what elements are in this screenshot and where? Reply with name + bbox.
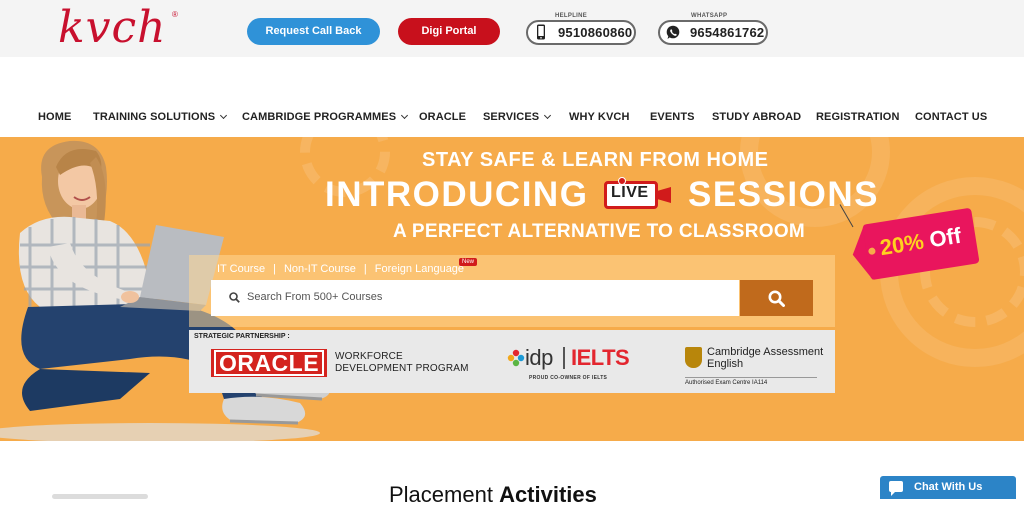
new-badge: New <box>459 258 478 266</box>
whatsapp-box[interactable]: WHATSAPP 9654861762 <box>658 13 768 45</box>
nav-training-solutions-label: TRAINING SOLUTIONS <box>93 111 216 123</box>
request-call-back-button[interactable]: Request Call Back <box>247 18 380 45</box>
section-title: Placement Activities <box>389 482 597 508</box>
idp-subtext: PROUD CO-OWNER OF IELTS <box>529 375 608 381</box>
section-title-regular: Placement <box>389 482 500 507</box>
placeholder-bar <box>52 494 148 499</box>
oracle-logo-text: ORACLE <box>213 350 325 376</box>
chat-with-us-button[interactable]: Chat With Us <box>880 476 1016 499</box>
partnership-caption: STRATEGIC PARTNERSHIP : <box>194 333 290 340</box>
chevron-down-icon <box>220 111 228 120</box>
digi-portal-button[interactable]: Digi Portal <box>398 18 500 45</box>
oracle-program-line-1: WORKFORCE <box>335 351 403 362</box>
chevron-down-icon <box>401 111 409 120</box>
nav-services-label: SERVICES <box>483 111 540 123</box>
nav-study-abroad-label: STUDY ABROAD <box>712 111 802 123</box>
course-tabs: IT Course | Non-IT Course | Foreign Language <box>217 263 464 275</box>
helpline-number: 9510860860 <box>558 25 633 40</box>
search-icon <box>768 290 785 307</box>
whatsapp-number: 9654861762 <box>690 25 765 40</box>
nav-training-solutions[interactable]: TRAINING SOLUTIONS <box>93 111 228 123</box>
tab-non-it-course[interactable]: Non-IT Course <box>284 263 356 275</box>
cambridge-logo[interactable]: Cambridge Assessment English Authorised … <box>685 344 825 388</box>
nav-events-label: EVENTS <box>650 111 695 123</box>
oracle-logo[interactable]: ORACLE <box>211 349 327 377</box>
search-placeholder: Search From 500+ Courses <box>247 291 383 303</box>
cambridge-subtext: Authorised Exam Centre IA114 <box>685 377 817 386</box>
nav-events[interactable]: EVENTS <box>650 111 695 123</box>
chevron-down-icon <box>544 111 552 120</box>
discount-word: Off <box>927 222 963 253</box>
hero-line-2-start: INTRODUCING <box>325 175 589 214</box>
nav-services[interactable]: SERVICES <box>483 111 552 123</box>
ielts-text: IELTS <box>571 345 630 370</box>
oracle-program-line-2: DEVELOPMENT PROGRAM <box>335 363 469 374</box>
cambridge-line-2: English <box>707 358 744 370</box>
registered-mark: ® <box>172 10 178 19</box>
cambridge-line-1: Cambridge Assessment <box>707 346 824 358</box>
helpline-box[interactable]: HELPLINE 9510860860 <box>526 13 636 45</box>
idp-text: idp <box>525 345 553 370</box>
chat-bubble-icon <box>889 481 903 496</box>
nav-study-abroad[interactable]: STUDY ABROAD <box>712 111 801 123</box>
whatsapp-icon <box>666 25 680 39</box>
phone-icon <box>537 24 545 40</box>
hero-line-1: STAY SAFE & LEARN FROM HOME <box>422 149 769 171</box>
nav-contact-us[interactable]: CONTACT US <box>915 111 987 123</box>
nav-why-kvch-label: WHY KVCH <box>569 111 630 123</box>
idp-divider <box>563 347 565 369</box>
cambridge-text: Cambridge Assessment English <box>707 346 823 370</box>
main-nav: HOME TRAINING SOLUTIONS CAMBRIDGE PROGRA… <box>0 57 1024 137</box>
nav-oracle[interactable]: ORACLE <box>419 111 466 123</box>
cambridge-shield-icon <box>685 347 702 368</box>
idp-flower-icon <box>507 349 525 367</box>
nav-cambridge-programmes[interactable]: CAMBRIDGE PROGRAMMES <box>242 111 409 123</box>
search-icon <box>229 292 240 303</box>
hero-line-3: A PERFECT ALTERNATIVE TO CLASSROOM <box>393 221 806 242</box>
nav-home[interactable]: HOME <box>38 111 71 123</box>
tab-separator: | <box>273 263 276 275</box>
strategic-partnership-strip: STRATEGIC PARTNERSHIP : ORACLE WORKFORCE… <box>189 330 835 393</box>
tab-separator: | <box>363 263 367 275</box>
oracle-program-text: WORKFORCE DEVELOPMENT PROGRAM <box>335 351 469 375</box>
nav-home-label: HOME <box>38 111 72 123</box>
live-badge: LIVE <box>604 177 674 209</box>
search-button[interactable] <box>740 280 813 316</box>
chat-label: Chat With Us <box>914 481 983 493</box>
nav-cambridge-programmes-label: CAMBRIDGE PROGRAMMES <box>242 111 397 123</box>
section-title-bold: Activities <box>499 482 597 507</box>
top-bar: kvch ® Request Call Back Digi Portal HEL… <box>0 0 1024 57</box>
tab-foreign-language[interactable]: Foreign Language <box>375 263 464 275</box>
whatsapp-caption: WHATSAPP <box>688 13 731 19</box>
nav-oracle-label: ORACLE <box>419 111 467 123</box>
nav-contact-us-label: CONTACT US <box>915 111 988 123</box>
kvch-logo[interactable]: kvch <box>58 6 167 50</box>
camera-icon <box>657 187 671 203</box>
tab-it-course[interactable]: IT Course <box>217 263 265 275</box>
idp-ielts-logo[interactable]: idp IELTS PROUD CO-OWNER OF IELTS <box>507 345 635 387</box>
nav-why-kvch[interactable]: WHY KVCH <box>569 111 630 123</box>
live-label: LIVE <box>611 184 649 201</box>
nav-registration[interactable]: REGISTRATION <box>816 111 900 123</box>
course-search-input[interactable]: Search From 500+ Courses <box>211 280 739 316</box>
nav-registration-label: REGISTRATION <box>816 111 900 123</box>
helpline-caption: HELPLINE <box>552 13 591 19</box>
